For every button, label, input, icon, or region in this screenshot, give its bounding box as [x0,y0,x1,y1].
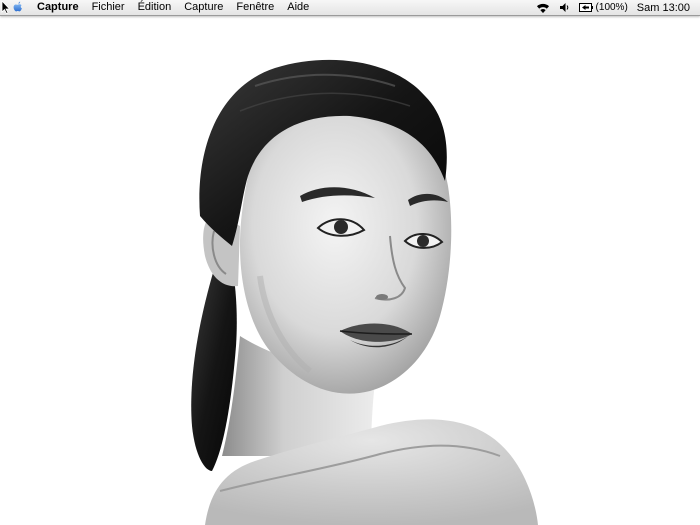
menu-capture[interactable]: Capture [184,0,223,15]
battery-icon [578,3,593,12]
menu-fichier[interactable]: Fichier [92,0,125,15]
portrait-photo [191,59,538,525]
mouse-pointer-icon [1,1,10,14]
menu-bar: Capture Fichier Édition Capture Fenêtre … [0,0,700,16]
wifi-icon[interactable] [536,2,550,14]
menu-aide[interactable]: Aide [287,0,309,15]
battery-percent: (100%) [595,2,628,13]
apple-icon[interactable] [12,1,24,14]
menu-list: Capture Fichier Édition Capture Fenêtre … [37,0,322,15]
volume-icon[interactable] [559,2,570,13]
menu-clock[interactable]: Sam 13:00 [637,2,690,14]
menu-app-capture[interactable]: Capture [37,0,79,15]
menu-fenetre[interactable]: Fenêtre [236,0,274,15]
menu-edition[interactable]: Édition [138,0,172,15]
menu-extras: (100%) Sam 13:00 [527,0,690,15]
battery-status[interactable]: (100%) [578,2,628,13]
desktop-wallpaper [0,16,700,525]
